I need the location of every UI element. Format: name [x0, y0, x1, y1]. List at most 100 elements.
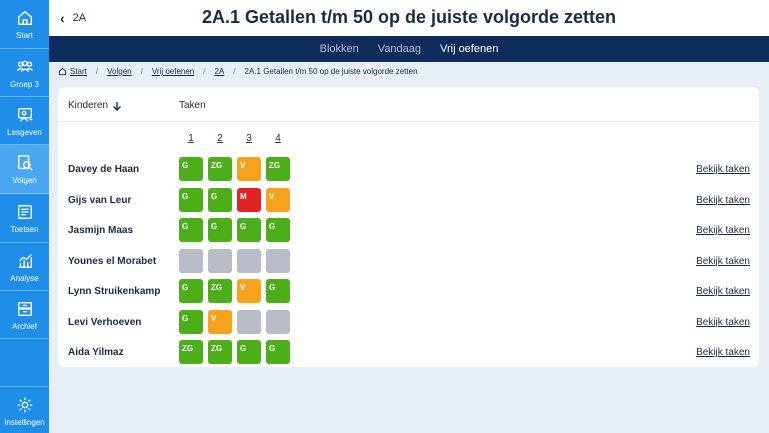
group-icon: [16, 60, 33, 72]
student-name: Davey de Haan: [68, 164, 140, 175]
task-number-2[interactable]: 2: [208, 133, 232, 144]
breadcrumb-group[interactable]: 2A: [214, 67, 224, 76]
gear-icon: [17, 397, 32, 413]
table-row: Aida Yilmaz ZG ZG G G Bekijk taken: [58, 340, 759, 366]
task-result-cell[interactable]: G: [266, 279, 290, 303]
tab-blokken[interactable]: Blokken: [320, 43, 359, 55]
task-result-cell[interactable]: ZG: [179, 340, 203, 364]
sidebar-item-instellingen[interactable]: Instellingen: [0, 386, 49, 433]
view-tasks-link[interactable]: Bekijk taken: [696, 195, 750, 206]
task-result-cell[interactable]: [208, 248, 232, 273]
task-result-cell[interactable]: ZG: [266, 157, 290, 181]
home-icon: [17, 10, 32, 26]
task-result-cell[interactable]: G: [237, 340, 261, 364]
column-header-children: Kinderen: [68, 100, 109, 111]
task-result-cell[interactable]: V: [237, 279, 261, 303]
sidebar-label: Archief: [12, 322, 37, 331]
view-tasks-link[interactable]: Bekijk taken: [696, 286, 750, 297]
task-result-cell[interactable]: G: [179, 218, 203, 242]
breadcrumb-current: 2A.1 Getallen t/m 50 op de juiste volgor…: [244, 67, 418, 76]
student-name: Jasmijn Maas: [68, 225, 134, 236]
chart-icon: [18, 254, 32, 268]
sidebar-label: Start: [16, 31, 33, 40]
table-row: Lynn Struikenkamp G ZG V G Bekijk taken: [58, 279, 759, 305]
table-row: Levi Verhoeven G V Bekijk taken: [58, 309, 759, 336]
student-name: Aida Yilmaz: [68, 347, 124, 358]
sort-children-button[interactable]: Kinderen: [68, 100, 122, 111]
task-result-cell[interactable]: G: [179, 187, 203, 212]
header: ‹ 2A 2A.1 Getallen t/m 50 op de juiste v…: [49, 0, 769, 36]
page-title: 2A.1 Getallen t/m 50 op de juiste volgor…: [201, 7, 617, 27]
task-result-cell[interactable]: V: [208, 309, 232, 334]
task-number-4[interactable]: 4: [266, 133, 290, 144]
task-result-cell[interactable]: M: [237, 187, 261, 212]
breadcrumb-separator: /: [140, 67, 143, 76]
home-icon: [58, 67, 67, 76]
breadcrumb-vrij-oefenen[interactable]: Vrij oefenen: [152, 67, 194, 76]
teach-icon: [17, 108, 32, 122]
header-divider: [58, 121, 759, 122]
breadcrumb-separator: /: [233, 67, 236, 76]
breadcrumb-separator: /: [95, 67, 99, 76]
tab-vandaag[interactable]: Vandaag: [378, 43, 421, 55]
task-number-1[interactable]: 1: [179, 133, 203, 144]
student-name: Gijs van Leur: [68, 194, 132, 206]
task-result-cell[interactable]: [237, 309, 261, 334]
task-result-cell[interactable]: G: [179, 279, 203, 303]
table-row: Gijs van Leur G G M V Bekijk taken: [58, 187, 759, 214]
sidebar-item-archief[interactable]: Archief: [0, 291, 49, 339]
sidebar-item-analyse[interactable]: Analyse: [0, 243, 49, 291]
view-tasks-link[interactable]: Bekijk taken: [696, 317, 750, 328]
arrow-down-icon: [113, 101, 122, 111]
table-row: Jasmijn Maas G G G G Bekijk taken: [58, 218, 759, 244]
sidebar: Start Groep 3 Lesgeven Volgen Toetsen An…: [0, 0, 49, 433]
task-result-cell[interactable]: V: [237, 157, 261, 181]
student-name: Lynn Struikenkamp: [68, 286, 161, 297]
sidebar-item-groep[interactable]: Groep 3: [0, 49, 49, 97]
sidebar-label: Analyse: [10, 274, 39, 283]
breadcrumb-volgen[interactable]: Volgen: [107, 67, 131, 76]
table-row: Younes el Morabet Bekijk taken: [58, 248, 759, 275]
results-card: Kinderen Taken 1 2 3 4 Davey de Haan G ZG V…: [58, 87, 759, 367]
task-result-cell[interactable]: G: [208, 187, 232, 212]
sidebar-label: Instellingen: [4, 418, 45, 427]
breadcrumb-start[interactable]: Start: [70, 67, 87, 76]
sidebar-item-volgen[interactable]: Volgen: [0, 145, 49, 194]
task-result-cell[interactable]: [266, 248, 290, 273]
sidebar-label: Toetsen: [10, 225, 39, 234]
task-result-cell[interactable]: ZG: [208, 340, 232, 364]
sidebar-label: Volgen: [12, 176, 37, 185]
task-result-cell[interactable]: ZG: [208, 279, 232, 303]
column-header-tasks: Taken: [179, 100, 206, 111]
breadcrumb-separator: /: [203, 67, 206, 76]
sidebar-item-lesgeven[interactable]: Lesgeven: [0, 97, 49, 145]
tab-vrij-oefenen[interactable]: Vrij oefenen: [440, 43, 498, 55]
task-result-cell[interactable]: G: [208, 218, 232, 242]
sidebar-label: Groep 3: [10, 80, 39, 89]
view-tasks-link[interactable]: Bekijk taken: [696, 225, 750, 236]
student-name: Younes el Morabet: [68, 255, 157, 267]
view-tasks-link[interactable]: Bekijk taken: [696, 256, 750, 267]
task-result-cell[interactable]: V: [266, 187, 290, 212]
task-number-3[interactable]: 3: [237, 133, 261, 144]
task-result-cell[interactable]: G: [266, 340, 290, 364]
task-result-cell[interactable]: [179, 248, 203, 273]
table-row: Davey de Haan G ZG V ZG Bekijk taken: [58, 157, 759, 183]
sidebar-item-toetsen[interactable]: Toetsen: [0, 194, 49, 243]
view-tasks-link[interactable]: Bekijk taken: [696, 164, 750, 175]
student-name: Levi Verhoeven: [68, 316, 142, 328]
task-result-cell[interactable]: [266, 309, 290, 334]
task-result-cell[interactable]: G: [237, 218, 261, 242]
breadcrumb: Start / Volgen / Vrij oefenen / 2A / 2A.…: [58, 67, 418, 76]
test-icon: [17, 205, 32, 219]
follow-icon: [17, 155, 33, 171]
view-tasks-link[interactable]: Bekijk taken: [696, 347, 750, 358]
archive-icon: [17, 302, 32, 316]
task-result-cell[interactable]: G: [179, 157, 203, 181]
task-result-cell[interactable]: ZG: [208, 157, 232, 181]
sidebar-label: Lesgeven: [7, 128, 42, 137]
task-result-cell[interactable]: [237, 248, 261, 273]
task-result-cell[interactable]: G: [266, 218, 290, 242]
task-result-cell[interactable]: G: [179, 309, 203, 334]
sidebar-item-start[interactable]: Start: [0, 0, 49, 49]
